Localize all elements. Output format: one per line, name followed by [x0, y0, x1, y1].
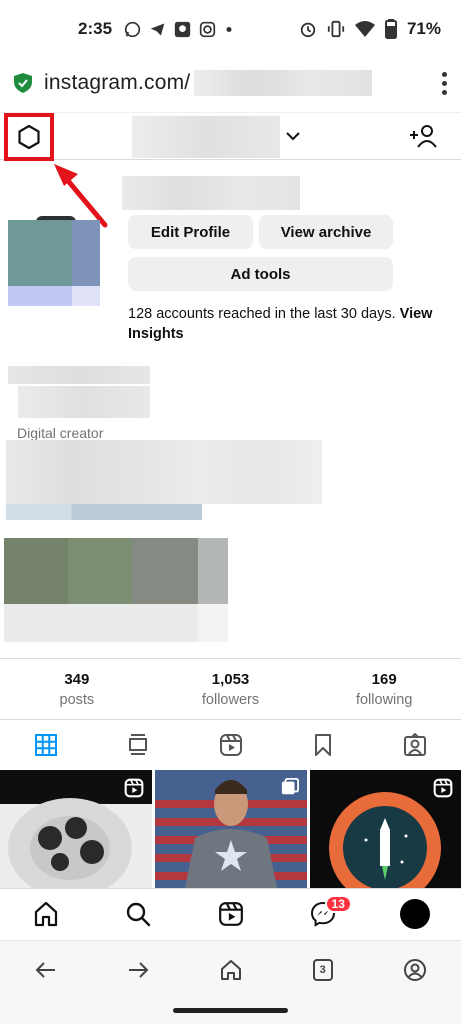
carousel-icon	[281, 778, 299, 795]
following-count: 169	[371, 671, 397, 688]
more-vert-icon[interactable]	[441, 71, 447, 95]
app-icon	[174, 21, 191, 37]
grid-tile[interactable]	[155, 770, 307, 888]
account-icon[interactable]	[403, 958, 427, 982]
following-label: following	[355, 692, 413, 708]
forward-icon[interactable]	[127, 959, 149, 981]
nav-search[interactable]	[92, 889, 184, 939]
wifi-icon	[354, 21, 375, 37]
profile-tabs	[0, 722, 461, 768]
status-time: 2:35	[78, 19, 113, 38]
bio-redacted-4	[6, 504, 202, 520]
stat-followers[interactable]: 1,053 followers	[154, 659, 308, 719]
browser-forward[interactable]	[92, 941, 184, 999]
posts-grid	[0, 770, 461, 888]
nav-home[interactable]	[0, 889, 92, 939]
profile-stats: 349 posts 1,053 followers 169 following	[0, 658, 461, 720]
display-name-redacted	[122, 176, 300, 210]
search-icon[interactable]	[125, 901, 151, 927]
stat-posts[interactable]: 349 posts	[0, 659, 154, 719]
dot-icon	[226, 26, 232, 32]
battery-percent: 71%	[406, 19, 441, 38]
alarm-icon	[300, 22, 316, 38]
browser-bottom-bar: 3	[0, 940, 461, 998]
browser-account[interactable]	[369, 941, 461, 999]
settings-highlight-box[interactable]	[4, 113, 54, 161]
reels-icon	[433, 778, 453, 798]
url-text[interactable]: instagram.com/	[44, 71, 190, 95]
messages-badge: 13	[324, 894, 352, 913]
bio-redacted-1	[8, 366, 150, 384]
secure-shield-icon[interactable]	[14, 73, 32, 93]
reach-summary: 128 accounts reached in the last 30 days…	[128, 304, 448, 344]
username-redacted[interactable]	[132, 116, 280, 158]
instagram-icon	[199, 21, 216, 37]
settings-icon[interactable]	[16, 124, 42, 150]
posts-count: 349	[64, 671, 90, 688]
browser-url-bar[interactable]: instagram.com/	[0, 60, 461, 106]
profile-category: Digital creator	[17, 425, 104, 441]
instagram-bottom-nav: 13	[0, 888, 461, 938]
notification-icons	[124, 21, 234, 38]
tabs-icon[interactable]: 3	[312, 958, 333, 981]
feed-icon[interactable]	[128, 734, 148, 756]
reach-text: 128 accounts reached in the last 30 days…	[128, 306, 396, 322]
tab-grid[interactable]	[0, 722, 92, 768]
add-user-icon[interactable]	[408, 123, 438, 149]
browser-home[interactable]	[184, 941, 276, 999]
tab-feed[interactable]	[92, 722, 184, 768]
grid-icon[interactable]	[35, 734, 58, 756]
grid-tile[interactable]	[310, 770, 461, 888]
browser-tabs[interactable]: 3	[277, 941, 369, 999]
profile-avatar[interactable]	[399, 898, 430, 929]
system-icons: 71%	[299, 19, 441, 39]
ad-tools-button[interactable]: Ad tools	[128, 257, 393, 291]
grid-tile[interactable]	[0, 770, 152, 888]
followers-count: 1,053	[211, 671, 250, 688]
home-icon[interactable]	[220, 959, 242, 981]
nav-reels[interactable]	[184, 889, 276, 939]
tab-tagged[interactable]	[369, 722, 461, 768]
stat-following[interactable]: 169 following	[307, 659, 461, 719]
battery-icon	[384, 19, 397, 39]
reels-icon[interactable]	[219, 733, 243, 757]
reels-icon	[124, 778, 144, 798]
tagged-icon[interactable]	[403, 733, 427, 757]
reels-icon[interactable]	[218, 901, 244, 927]
url-redacted	[194, 70, 373, 96]
home-icon[interactable]	[33, 901, 59, 927]
whatsapp-icon	[124, 21, 141, 37]
tab-reels[interactable]	[184, 722, 276, 768]
view-archive-button[interactable]: View archive	[259, 215, 393, 249]
saved-icon[interactable]	[313, 734, 333, 756]
nav-profile[interactable]	[369, 889, 461, 939]
bio-redacted-2	[18, 386, 150, 418]
telegram-icon	[150, 23, 165, 35]
followers-label: followers	[201, 692, 260, 708]
gesture-bar[interactable]	[173, 1008, 288, 1013]
status-bar: 2:35 71%	[0, 0, 461, 58]
nav-messages[interactable]: 13	[277, 889, 369, 939]
chevron-down-icon[interactable]	[284, 127, 302, 145]
story-highlights-redacted[interactable]	[4, 538, 228, 642]
tab-saved[interactable]	[277, 722, 369, 768]
edit-profile-button[interactable]: Edit Profile	[128, 215, 253, 249]
profile-avatar[interactable]	[8, 216, 100, 306]
back-icon[interactable]	[35, 959, 57, 981]
posts-label: posts	[59, 692, 95, 708]
vibrate-icon	[327, 20, 345, 38]
browser-back[interactable]	[0, 941, 92, 999]
bio-redacted-3	[6, 440, 322, 504]
